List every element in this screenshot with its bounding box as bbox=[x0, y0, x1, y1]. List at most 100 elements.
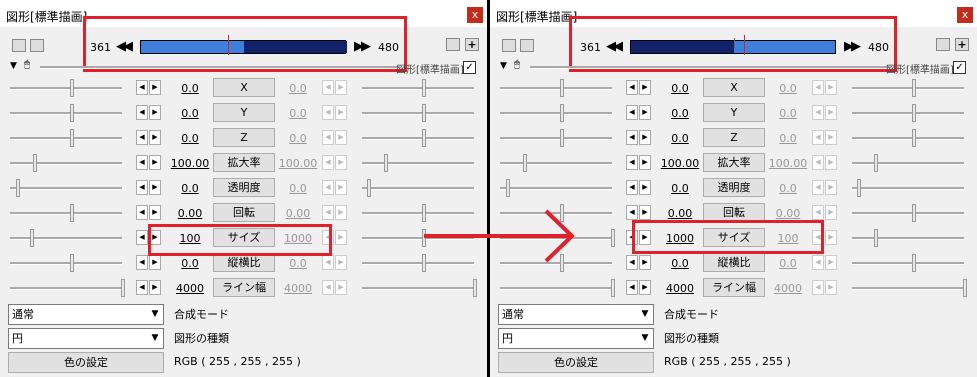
param-button[interactable]: Z bbox=[703, 128, 765, 147]
decrement-arrow-icon[interactable]: ◀ bbox=[136, 280, 148, 295]
end-value[interactable]: 100.00 bbox=[768, 157, 808, 170]
increment-arrow-icon[interactable]: ▶ bbox=[149, 205, 161, 220]
param-button[interactable]: ライン幅 bbox=[213, 278, 275, 297]
decrement-arrow-icon[interactable]: ◀ bbox=[322, 155, 334, 170]
decrement-arrow-icon[interactable]: ◀ bbox=[812, 80, 824, 95]
plus-icon[interactable]: + bbox=[465, 38, 479, 51]
increment-arrow-icon[interactable]: ▶ bbox=[639, 130, 651, 145]
end-value[interactable]: 0.00 bbox=[768, 207, 808, 220]
enable-checkbox[interactable]: ✓ bbox=[953, 61, 966, 74]
end-value[interactable]: 0.00 bbox=[278, 207, 318, 220]
start-value-slider[interactable] bbox=[560, 104, 564, 122]
decrement-arrow-icon[interactable]: ◀ bbox=[626, 130, 638, 145]
end-value-slider[interactable] bbox=[874, 154, 878, 172]
end-value[interactable]: 0.0 bbox=[278, 82, 318, 95]
start-value[interactable]: 0.0 bbox=[660, 182, 700, 195]
decrement-arrow-icon[interactable]: ◀ bbox=[322, 105, 334, 120]
end-value-slider[interactable] bbox=[874, 229, 878, 247]
end-value[interactable]: 0.0 bbox=[768, 257, 808, 270]
param-button[interactable]: 拡大率 bbox=[213, 153, 275, 172]
blend-mode-select[interactable]: 通常 ▼ bbox=[8, 304, 164, 325]
increment-arrow-icon[interactable]: ▶ bbox=[335, 155, 347, 170]
enable-checkbox[interactable]: ✓ bbox=[463, 61, 476, 74]
increment-arrow-icon[interactable]: ▶ bbox=[825, 230, 837, 245]
end-value[interactable]: 0.0 bbox=[768, 182, 808, 195]
param-button[interactable]: Z bbox=[213, 128, 275, 147]
end-value-slider[interactable] bbox=[912, 129, 916, 147]
end-value-slider[interactable] bbox=[912, 254, 916, 272]
end-value-slider[interactable] bbox=[912, 104, 916, 122]
start-value[interactable]: 0.0 bbox=[170, 107, 210, 120]
decrement-arrow-icon[interactable]: ◀ bbox=[626, 80, 638, 95]
end-value[interactable]: 0.0 bbox=[278, 132, 318, 145]
decrement-arrow-icon[interactable]: ◀ bbox=[812, 255, 824, 270]
start-value-slider[interactable] bbox=[70, 104, 74, 122]
increment-arrow-icon[interactable]: ▶ bbox=[149, 105, 161, 120]
start-value-slider[interactable] bbox=[70, 79, 74, 97]
param-button[interactable]: 透明度 bbox=[213, 178, 275, 197]
end-value-slider[interactable] bbox=[422, 104, 426, 122]
decrement-arrow-icon[interactable]: ◀ bbox=[626, 155, 638, 170]
decrement-arrow-icon[interactable]: ◀ bbox=[136, 80, 148, 95]
end-value-slider[interactable] bbox=[367, 179, 371, 197]
decrement-arrow-icon[interactable]: ◀ bbox=[136, 230, 148, 245]
blend-mode-select[interactable]: 通常 ▼ bbox=[498, 304, 654, 325]
increment-arrow-icon[interactable]: ▶ bbox=[335, 130, 347, 145]
start-value-slider[interactable] bbox=[611, 229, 615, 247]
refresh-icon[interactable] bbox=[446, 38, 460, 51]
end-value-slider[interactable] bbox=[857, 179, 861, 197]
param-button[interactable]: 透明度 bbox=[703, 178, 765, 197]
decrement-arrow-icon[interactable]: ◀ bbox=[812, 105, 824, 120]
start-value[interactable]: 0.0 bbox=[660, 132, 700, 145]
increment-arrow-icon[interactable]: ▶ bbox=[335, 230, 347, 245]
decrement-arrow-icon[interactable]: ◀ bbox=[812, 130, 824, 145]
param-button[interactable]: 拡大率 bbox=[703, 153, 765, 172]
increment-arrow-icon[interactable]: ▶ bbox=[639, 155, 651, 170]
decrement-arrow-icon[interactable]: ◀ bbox=[626, 280, 638, 295]
start-value-slider[interactable] bbox=[121, 279, 125, 297]
start-value[interactable]: 0.0 bbox=[170, 82, 210, 95]
decrement-arrow-icon[interactable]: ◀ bbox=[322, 130, 334, 145]
color-settings-button[interactable]: 色の設定 bbox=[8, 352, 164, 373]
start-value-slider[interactable] bbox=[611, 279, 615, 297]
increment-arrow-icon[interactable]: ▶ bbox=[335, 255, 347, 270]
camera-icon[interactable] bbox=[30, 39, 44, 52]
decrement-arrow-icon[interactable]: ◀ bbox=[136, 205, 148, 220]
start-value-slider[interactable] bbox=[560, 79, 564, 97]
start-value[interactable]: 0.0 bbox=[170, 182, 210, 195]
param-button[interactable]: X bbox=[703, 78, 765, 97]
start-value-slider[interactable] bbox=[523, 154, 527, 172]
increment-arrow-icon[interactable]: ▶ bbox=[335, 80, 347, 95]
param-button[interactable]: Y bbox=[213, 103, 275, 122]
start-value[interactable]: 0.0 bbox=[660, 257, 700, 270]
decrement-arrow-icon[interactable]: ◀ bbox=[322, 205, 334, 220]
end-value[interactable]: 0.0 bbox=[278, 107, 318, 120]
increment-arrow-icon[interactable]: ▶ bbox=[825, 155, 837, 170]
param-button[interactable]: ライン幅 bbox=[703, 278, 765, 297]
param-button[interactable]: X bbox=[213, 78, 275, 97]
param-button[interactable]: 縦横比 bbox=[703, 253, 765, 272]
end-value[interactable]: 4000 bbox=[768, 282, 808, 295]
increment-arrow-icon[interactable]: ▶ bbox=[639, 205, 651, 220]
start-value[interactable]: 4000 bbox=[660, 282, 700, 295]
refresh-icon[interactable] bbox=[936, 38, 950, 51]
increment-arrow-icon[interactable]: ▶ bbox=[335, 280, 347, 295]
decrement-arrow-icon[interactable]: ◀ bbox=[136, 105, 148, 120]
increment-arrow-icon[interactable]: ▶ bbox=[639, 105, 651, 120]
increment-arrow-icon[interactable]: ▶ bbox=[825, 280, 837, 295]
start-value-slider[interactable] bbox=[70, 204, 74, 222]
increment-arrow-icon[interactable]: ▶ bbox=[639, 255, 651, 270]
decrement-arrow-icon[interactable]: ◀ bbox=[136, 180, 148, 195]
end-value-slider[interactable] bbox=[473, 279, 477, 297]
end-value-slider[interactable] bbox=[422, 79, 426, 97]
start-value-slider[interactable] bbox=[70, 129, 74, 147]
start-value[interactable]: 0.0 bbox=[170, 132, 210, 145]
decrement-arrow-icon[interactable]: ◀ bbox=[322, 80, 334, 95]
increment-arrow-icon[interactable]: ▶ bbox=[639, 80, 651, 95]
end-value-slider[interactable] bbox=[912, 204, 916, 222]
increment-arrow-icon[interactable]: ▶ bbox=[825, 130, 837, 145]
decrement-arrow-icon[interactable]: ◀ bbox=[626, 105, 638, 120]
start-value[interactable]: 0.00 bbox=[660, 207, 700, 220]
increment-arrow-icon[interactable]: ▶ bbox=[149, 180, 161, 195]
param-button[interactable]: Y bbox=[703, 103, 765, 122]
